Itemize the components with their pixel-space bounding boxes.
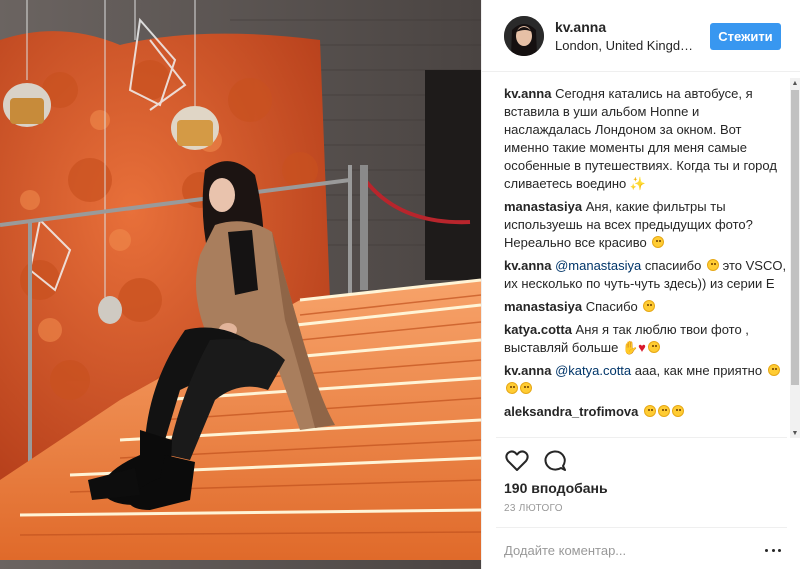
comment-item: manastasiya Аня, какие фильтры ты исполь… bbox=[504, 198, 787, 252]
follow-button[interactable]: Стежити bbox=[710, 23, 781, 50]
avatar-icon bbox=[504, 16, 544, 56]
comment-author[interactable]: manastasiya bbox=[504, 199, 582, 214]
add-comment-input[interactable] bbox=[504, 541, 744, 559]
more-options-icon[interactable] bbox=[765, 543, 781, 557]
post-date[interactable]: 23 ЛЮТОГО bbox=[504, 503, 563, 514]
comment-item: katya.cotta Аня я так люблю твои фото , … bbox=[504, 321, 787, 357]
comment-item: kv.anna @manastasiya спасиибо это VSCO, … bbox=[504, 257, 787, 293]
divider bbox=[496, 437, 787, 438]
comment-item: kv.anna Сегодня катались на автобусе, я … bbox=[504, 85, 787, 193]
scroll-up-arrow-icon[interactable]: ▲ bbox=[790, 78, 800, 88]
comments-scrollbar[interactable]: ▲ ▼ bbox=[790, 78, 800, 438]
comment-item: manastasiya Спасибо bbox=[504, 298, 787, 316]
comment-text: ааа, как мне приятно bbox=[634, 363, 763, 378]
comment-item: kv.anna @katya.cotta ааа, как мне приятн… bbox=[504, 362, 787, 398]
comment-author[interactable]: katya.cotta bbox=[504, 322, 572, 337]
smile-emoji-icon bbox=[520, 382, 532, 394]
smile-emoji-icon bbox=[672, 405, 685, 417]
comment-mention[interactable]: @katya.cotta bbox=[555, 363, 631, 378]
smile-emoji-icon bbox=[643, 300, 656, 312]
scroll-down-arrow-icon[interactable]: ▼ bbox=[790, 428, 800, 438]
likes-count[interactable]: 190 вподобань bbox=[504, 480, 608, 496]
blushing-emoji-icon bbox=[706, 259, 719, 271]
smile-emoji-icon bbox=[506, 382, 518, 394]
comment-author[interactable]: kv.anna bbox=[504, 363, 551, 378]
post-side-panel: kv.anna London, United Kingdom Стежити k… bbox=[481, 0, 800, 569]
heart-emoji-icon: ♥ bbox=[638, 340, 646, 355]
smile-emoji-icon bbox=[652, 236, 665, 248]
heart-eyes-emoji-icon bbox=[647, 341, 660, 353]
comment-author[interactable]: kv.anna bbox=[504, 86, 551, 101]
comment-author[interactable]: manastasiya bbox=[504, 299, 582, 314]
divider bbox=[496, 527, 787, 528]
scroll-thumb[interactable] bbox=[791, 90, 799, 385]
sparkles-emoji: ✨ bbox=[629, 176, 647, 191]
avatar[interactable] bbox=[504, 16, 544, 56]
comment-item: aleksandra_trofimova bbox=[504, 403, 787, 421]
smile-emoji-icon bbox=[644, 405, 657, 417]
photo-woman-on-orange-stairs bbox=[0, 0, 481, 569]
post-photo[interactable] bbox=[0, 0, 481, 569]
smile-emoji-icon bbox=[767, 364, 780, 376]
comment-author[interactable]: aleksandra_trofimova bbox=[504, 404, 638, 419]
smile-emoji-icon bbox=[658, 405, 671, 417]
post-header: kv.anna London, United Kingdom Стежити bbox=[482, 0, 800, 72]
heart-icon[interactable] bbox=[504, 448, 530, 474]
hand-emoji-icon: ✋ bbox=[621, 340, 639, 355]
comments-list: kv.anna Сегодня катались на автобусе, я … bbox=[504, 85, 787, 437]
comment-text: Спасибо bbox=[585, 299, 638, 314]
comment-icon[interactable] bbox=[542, 448, 568, 474]
comment-mention[interactable]: @manastasiya bbox=[555, 258, 641, 273]
username-link[interactable]: kv.anna bbox=[555, 19, 606, 35]
comment-text: спасиибо bbox=[644, 258, 702, 273]
location-link[interactable]: London, United Kingdom bbox=[555, 38, 695, 53]
comment-author[interactable]: kv.anna bbox=[504, 258, 551, 273]
